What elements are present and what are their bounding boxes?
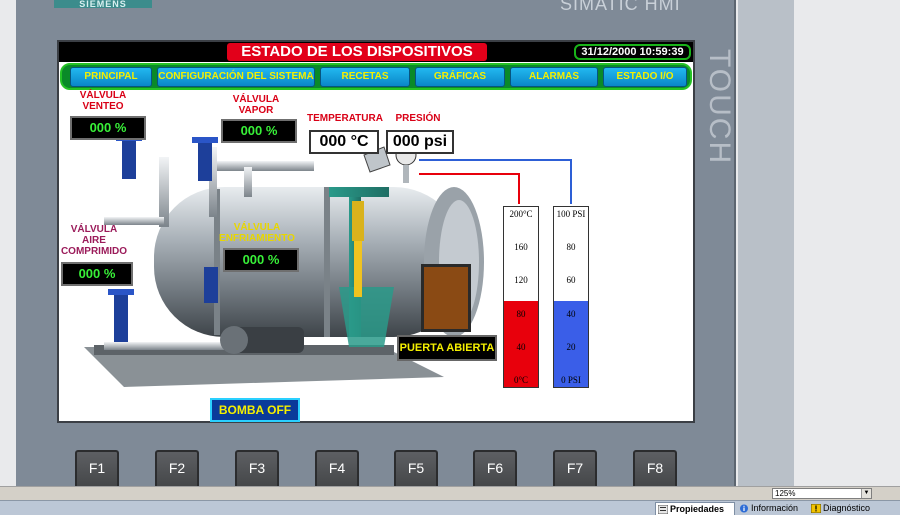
temp-tick: 120 <box>514 275 528 285</box>
inspector-tab-bar: Propiedades Información Diagnóstico <box>0 500 900 515</box>
temperature-gauge: 200°C 160 120 80 40 0°C <box>503 206 539 388</box>
fkey-f4[interactable]: F4 <box>315 450 359 486</box>
valve-enfriamiento-label-2: ENFRIAMIENTO <box>219 233 295 244</box>
door-status-indicator: PUERTA ABIERTA <box>397 335 497 361</box>
valve-venteo-label-1: VÁLVULA <box>79 90 127 101</box>
datetime-display: 31/12/2000 10:59:39 <box>574 44 691 60</box>
valve-aire-label-2: AIRE <box>82 235 106 246</box>
nav-button-recetas[interactable]: RECETAS <box>320 67 410 87</box>
temp-tick: 160 <box>514 242 528 252</box>
properties-icon <box>658 505 668 514</box>
valve-aire-display: 000 % <box>61 262 133 286</box>
pressure-label: PRESIÓN <box>395 113 441 124</box>
tab-diagnostico[interactable]: Diagnóstico <box>809 502 897 515</box>
zoom-value: 125% <box>775 489 796 498</box>
valve-aire-label: VÁLVULA AIRE COMPRIMIDO <box>59 224 129 257</box>
valve-vapor-display: 000 % <box>221 119 297 143</box>
fkey-f8[interactable]: F8 <box>633 450 677 486</box>
tab-propiedades[interactable]: Propiedades <box>655 502 735 515</box>
valve-venteo-label: VÁLVULA VENTEO <box>75 90 131 112</box>
sensor-lines <box>419 159 572 204</box>
pres-tick: 40 <box>566 309 576 319</box>
zoom-select[interactable]: 125% ▼ <box>772 488 872 499</box>
pump-status-button[interactable]: BOMBA OFF <box>210 398 300 422</box>
panel-side-strip <box>738 0 794 486</box>
temp-tick: 40 <box>516 342 526 352</box>
valve-enfriamiento-display: 000 % <box>223 248 299 272</box>
valve-vapor-label: VÁLVULA VAPOR <box>224 94 288 116</box>
pres-tick: 0 PSI <box>561 375 581 385</box>
temp-tick: 200°C <box>509 209 533 219</box>
valve-venteo-display: 000 % <box>70 116 146 140</box>
nav-bar: PRINCIPAL CONFIGURACIÓN DEL SISTEMA RECE… <box>60 63 692 90</box>
editor-status-bar: 125% ▼ <box>0 486 900 499</box>
valve-aire-label-1: VÁLVULA <box>70 224 118 235</box>
valve-enfriamiento-label: VÁLVULA ENFRIAMIENTO <box>217 222 297 244</box>
pressure-gauge: 100 PSI 80 60 40 20 0 PSI <box>553 206 589 388</box>
temperature-display: 000 °C <box>309 130 379 154</box>
fkey-f1[interactable]: F1 <box>75 450 119 486</box>
info-icon <box>740 504 748 513</box>
fkey-f6[interactable]: F6 <box>473 450 517 486</box>
screen-title: ESTADO DE LOS DISPOSITIVOS <box>227 43 487 61</box>
valve-aire-label-3: COMPRIMIDO <box>60 246 128 257</box>
pres-tick: 20 <box>566 342 576 352</box>
panel-model-label: SIMATIC HMI <box>560 0 681 14</box>
fkey-f3[interactable]: F3 <box>235 450 279 486</box>
door-panel <box>421 264 471 332</box>
temperature-label: TEMPERATURA <box>307 113 383 124</box>
fkey-f7[interactable]: F7 <box>553 450 597 486</box>
nav-button-alarmas[interactable]: ALARMAS <box>510 67 598 87</box>
valve-vapor-label-1: VÁLVULA <box>232 94 280 105</box>
nav-button-configuracion[interactable]: CONFIGURACIÓN DEL SISTEMA <box>157 67 315 87</box>
temp-tick: 0°C <box>513 375 529 385</box>
pressure-display: 000 psi <box>386 130 454 154</box>
title-bar: ESTADO DE LOS DISPOSITIVOS 31/12/2000 10… <box>59 42 693 62</box>
nav-button-principal[interactable]: PRINCIPAL <box>70 67 152 87</box>
nav-button-graficas[interactable]: GRÁFICAS <box>415 67 505 87</box>
hmi-screen: ESTADO DE LOS DISPOSITIVOS 31/12/2000 10… <box>57 40 695 423</box>
diagnostics-icon <box>811 504 821 513</box>
valve-enfriamiento-label-1: VÁLVULA <box>233 222 281 233</box>
valve-venteo-label-2: VENTEO <box>82 101 124 112</box>
pres-tick: 80 <box>566 242 576 252</box>
touch-label: TOUCH <box>703 49 736 166</box>
temp-tick: 80 <box>516 309 526 319</box>
pres-tick: 100 PSI <box>556 209 586 219</box>
fkey-f5[interactable]: F5 <box>394 450 438 486</box>
tab-informacion[interactable]: Información <box>737 502 807 515</box>
valve-vapor-label-2: VAPOR <box>238 105 274 116</box>
tab-diagnostico-label: Diagnóstico <box>823 503 871 513</box>
nav-button-estado-io[interactable]: ESTADO I/O <box>603 67 687 87</box>
chevron-down-icon[interactable]: ▼ <box>861 489 871 498</box>
tab-propiedades-label: Propiedades <box>670 504 725 514</box>
pres-tick: 60 <box>566 275 576 285</box>
brand-logo: SIEMENS <box>54 0 152 8</box>
fkey-f2[interactable]: F2 <box>155 450 199 486</box>
tab-informacion-label: Información <box>751 503 799 513</box>
